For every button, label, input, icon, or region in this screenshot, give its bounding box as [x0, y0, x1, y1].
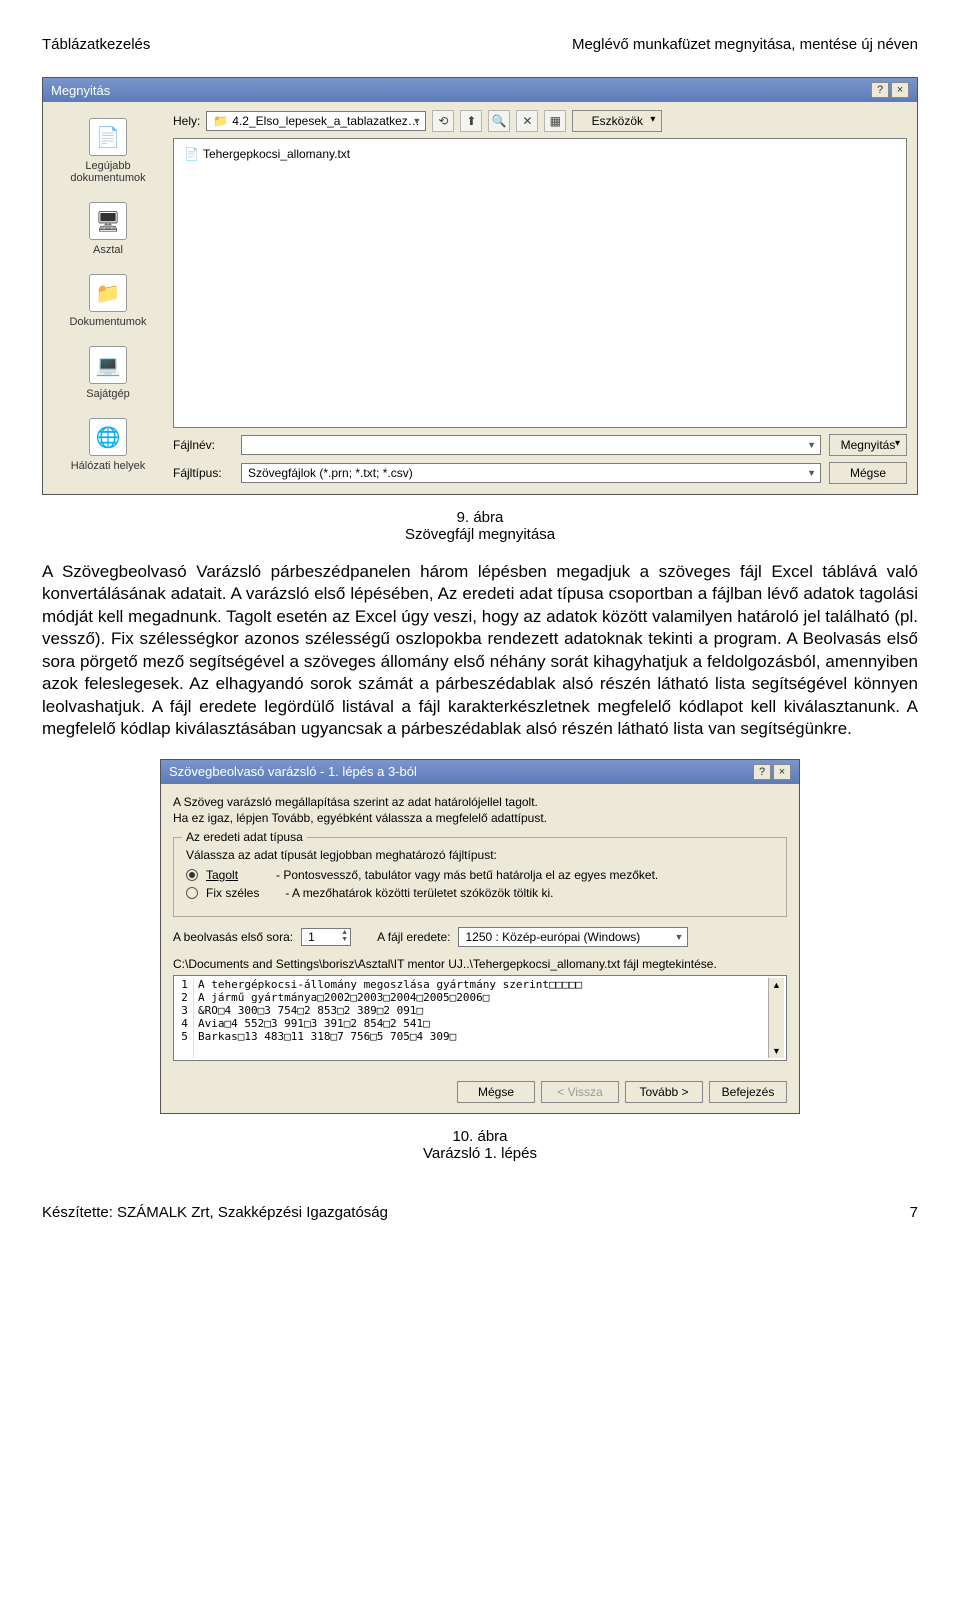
sidebar-item-label: Hálózati helyek	[71, 460, 146, 472]
header-right: Meglévő munkafüzet megnyitása, mentése ú…	[572, 36, 918, 53]
sidebar-item-desktop[interactable]: 🖥 Asztal	[87, 198, 129, 260]
location-combo[interactable]: 📁 4.2_Elso_lepesek_a_tablazatkez…	[206, 111, 426, 131]
up-icon[interactable]: ⬆	[460, 110, 482, 132]
sidebar-item-network[interactable]: 🌐 Hálózati helyek	[69, 414, 148, 476]
figure-caption: Szövegfájl megnyitása	[405, 526, 555, 543]
location-label: Hely:	[173, 114, 200, 128]
cancel-button[interactable]: Mégse	[829, 462, 907, 484]
filename-input[interactable]	[241, 435, 821, 455]
delete-icon[interactable]: ✕	[516, 110, 538, 132]
preview-content: A tehergépkocsi-állomány megoszlása gyár…	[194, 978, 768, 1058]
preview-box: 12345 A tehergépkocsi-állomány megoszlás…	[173, 975, 787, 1061]
back-button[interactable]: < Vissza	[541, 1081, 619, 1103]
page-number: 7	[910, 1204, 918, 1221]
list-item[interactable]: 📄 Tehergepkocsi_allomany.txt	[180, 145, 900, 163]
radio-delimited-desc: - Pontosvessző, tabulátor vagy más betű …	[276, 868, 658, 882]
figure-number: 10. ábra	[452, 1128, 507, 1145]
radio-fixed-label: Fix széles	[206, 886, 259, 900]
sidebar-item-label: Legújabb dokumentumok	[55, 160, 161, 184]
file-list[interactable]: 📄 Tehergepkocsi_allomany.txt	[173, 138, 907, 428]
file-name: Tehergepkocsi_allomany.txt	[203, 147, 350, 161]
help-icon[interactable]: ?	[753, 764, 771, 780]
filename-label: Fájlnév:	[173, 438, 233, 452]
preview-linenumbers: 12345	[176, 978, 194, 1058]
desktop-icon: 🖥	[89, 202, 127, 240]
data-type-fieldset: Az eredeti adat típusa Válassza az adat …	[173, 837, 787, 917]
cancel-button[interactable]: Mégse	[457, 1081, 535, 1103]
sidebar-item-label: Sajátgép	[86, 388, 129, 400]
chevron-up-icon[interactable]: ▲	[772, 980, 781, 990]
finish-button[interactable]: Befejezés	[709, 1081, 787, 1103]
document-icon: 📄	[89, 118, 127, 156]
search-icon[interactable]: 🔍	[488, 110, 510, 132]
sidebar-item-documents[interactable]: 📁 Dokumentumok	[67, 270, 148, 332]
sidebar-item-recent[interactable]: 📄 Legújabb dokumentumok	[53, 114, 163, 188]
close-icon[interactable]: ×	[773, 764, 791, 780]
folder-icon: 📁	[213, 114, 228, 128]
filetype-combo[interactable]: Szövegfájlok (*.prn; *.txt; *.csv)	[241, 463, 821, 483]
fieldset-legend: Az eredeti adat típusa	[182, 830, 307, 844]
sidebar-item-label: Dokumentumok	[69, 316, 146, 328]
preview-path: C:\Documents and Settings\borisz\Asztal\…	[173, 957, 787, 971]
location-value: 4.2_Elso_lepesek_a_tablazatkez…	[232, 114, 419, 128]
footer-left: Készítette: SZÁMALK Zrt, Szakképzési Iga…	[42, 1204, 388, 1221]
views-icon[interactable]: ▦	[544, 110, 566, 132]
next-button[interactable]: Tovább >	[625, 1081, 703, 1103]
filetype-value: Szövegfájlok (*.prn; *.txt; *.csv)	[248, 466, 413, 480]
header-left: Táblázatkezelés	[42, 36, 150, 53]
fieldset-lead: Válassza az adat típusát legjobban megha…	[186, 848, 774, 862]
computer-icon: 💻	[89, 346, 127, 384]
tools-button[interactable]: Eszközök	[572, 110, 662, 132]
back-icon[interactable]: ⟲	[432, 110, 454, 132]
radio-fixed-desc: - A mezőhatárok közötti területet szóköz…	[285, 886, 553, 900]
folder-icon: 📁	[89, 274, 127, 312]
open-button[interactable]: Megnyitás	[829, 434, 907, 456]
dialog-title: Megnyitás	[51, 83, 110, 98]
body-paragraph: A Szövegbeolvasó Varázsló párbeszédpanel…	[42, 561, 918, 741]
wizard-dialog: Szövegbeolvasó varázsló - 1. lépés a 3-b…	[160, 759, 800, 1115]
close-icon[interactable]: ×	[891, 82, 909, 98]
chevron-down-icon[interactable]: ▼	[772, 1046, 781, 1056]
origin-combo[interactable]: 1250 : Közép-európai (Windows)	[458, 927, 688, 947]
wizard-intro-1: A Szöveg varázsló megállapítása szerint …	[173, 794, 787, 811]
firstrow-stepper[interactable]: 1	[301, 928, 351, 946]
origin-label: A fájl eredete:	[377, 930, 450, 944]
radio-delimited-label: Tagolt	[206, 868, 238, 882]
network-icon: 🌐	[89, 418, 127, 456]
firstrow-label: A beolvasás első sora:	[173, 930, 293, 944]
radio-fixed[interactable]	[186, 887, 198, 899]
wizard-intro-2: Ha ez igaz, lépjen Tovább, egyébként vál…	[173, 810, 787, 827]
dialog-title: Szövegbeolvasó varázsló - 1. lépés a 3-b…	[169, 764, 417, 779]
radio-delimited[interactable]	[186, 869, 198, 881]
figure-number: 9. ábra	[457, 509, 504, 526]
origin-value: 1250 : Közép-európai (Windows)	[465, 930, 640, 944]
filetype-label: Fájltípus:	[173, 466, 233, 480]
help-icon[interactable]: ?	[871, 82, 889, 98]
sidebar-item-label: Asztal	[93, 244, 123, 256]
open-dialog: Megnyitás ? × 📄 Legújabb dokumentumok 🖥 …	[42, 77, 918, 495]
sidebar-item-mycomputer[interactable]: 💻 Sajátgép	[84, 342, 131, 404]
scrollbar[interactable]: ▲▼	[768, 978, 784, 1058]
figure-caption: Varázsló 1. lépés	[423, 1145, 537, 1162]
file-icon: 📄	[184, 147, 199, 161]
